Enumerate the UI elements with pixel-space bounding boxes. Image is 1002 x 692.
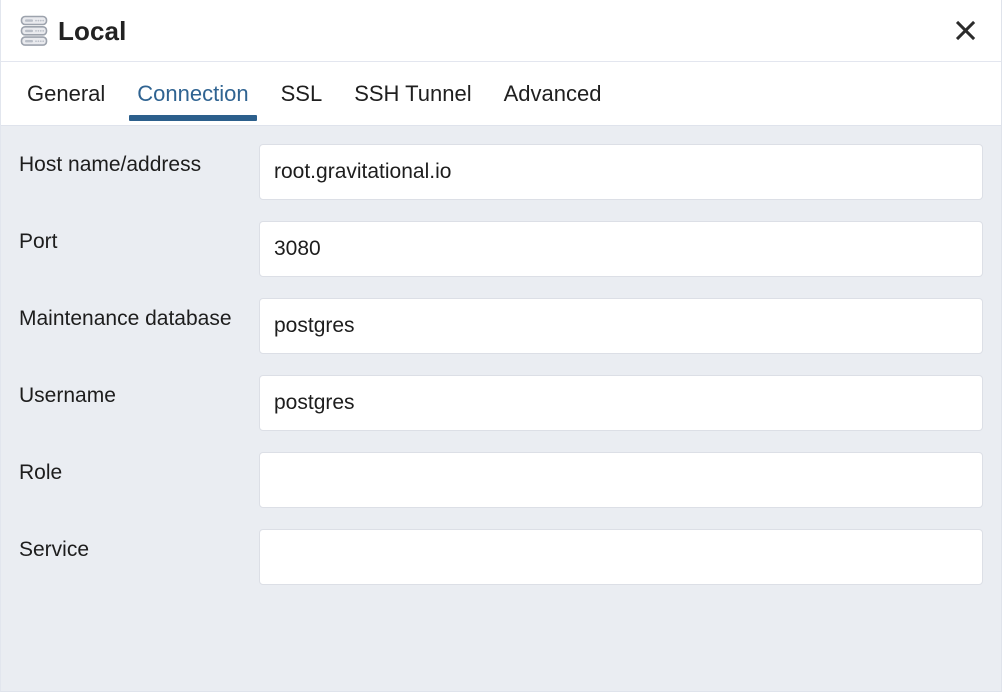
field-row-port: Port: [19, 221, 983, 277]
hostname-input[interactable]: [259, 144, 983, 200]
field-row-hostname: Host name/address: [19, 144, 983, 200]
connection-properties-dialog: Local General Connection SSL SSH Tunnel …: [0, 0, 1002, 692]
role-input[interactable]: [259, 452, 983, 508]
dialog-tabbar: General Connection SSL SSH Tunnel Advanc…: [1, 62, 1001, 126]
close-icon[interactable]: [949, 14, 983, 48]
field-row-role: Role: [19, 452, 983, 508]
field-row-username: Username: [19, 375, 983, 431]
titlebar-left-group: Local: [19, 14, 126, 48]
server-stack-icon: [19, 14, 49, 48]
label-service: Service: [19, 538, 90, 561]
label-username: Username: [19, 384, 116, 407]
port-input[interactable]: [259, 221, 983, 277]
maintenance-database-input[interactable]: [259, 298, 983, 354]
tab-general[interactable]: General: [21, 62, 121, 125]
tab-advanced[interactable]: Advanced: [488, 62, 618, 125]
field-row-maintenance-database: Maintenance database: [19, 298, 983, 354]
tab-ssl[interactable]: SSL: [265, 62, 339, 125]
label-maintenance-database: Maintenance database: [19, 307, 232, 330]
connection-form: Host name/address Port Maintenance datab…: [1, 126, 1001, 691]
username-input[interactable]: [259, 375, 983, 431]
dialog-titlebar: Local: [1, 0, 1001, 62]
field-row-service: Service: [19, 529, 983, 585]
label-hostname: Host name/address: [19, 153, 202, 176]
label-port: Port: [19, 230, 58, 253]
service-input[interactable]: [259, 529, 983, 585]
label-role: Role: [19, 461, 63, 484]
tab-connection[interactable]: Connection: [121, 62, 264, 125]
dialog-title: Local: [58, 15, 127, 46]
tab-ssh-tunnel[interactable]: SSH Tunnel: [338, 62, 487, 125]
